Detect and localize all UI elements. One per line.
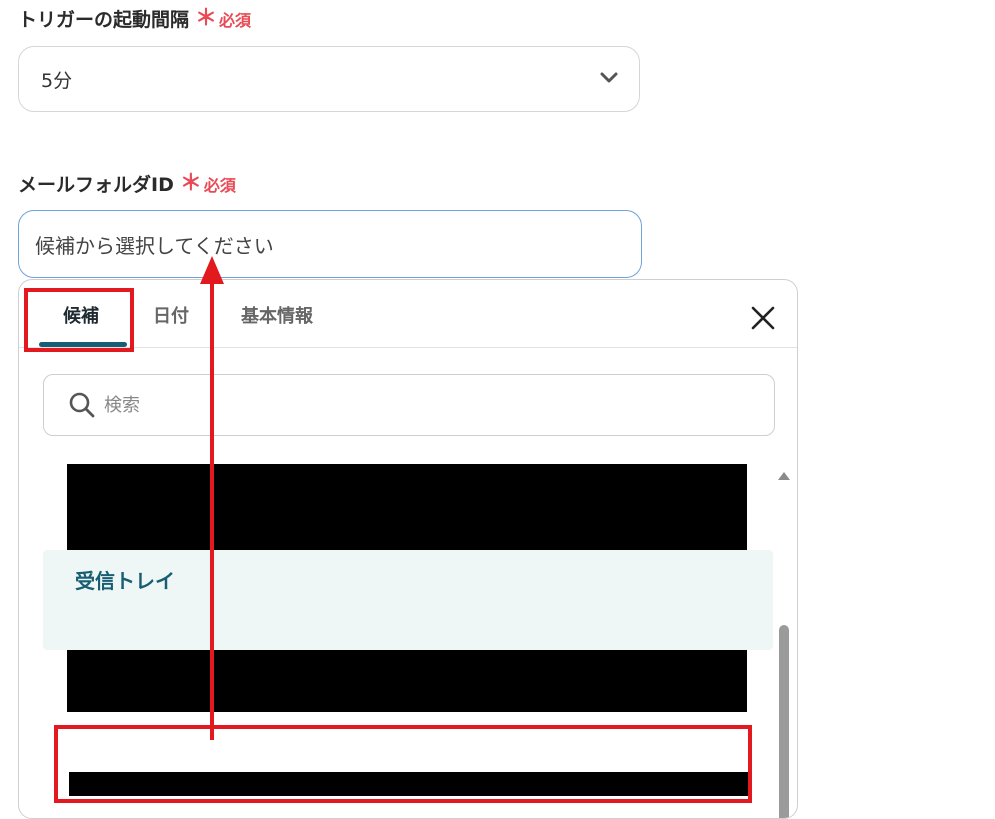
tab-candidates[interactable]: 候補 <box>63 302 99 328</box>
candidate-panel: 候補 日付 基本情報 受信トレイ <box>18 279 798 819</box>
list-item-inbox-title: 受信トレイ <box>75 569 175 593</box>
mail-folder-id-placeholder: 候補から選択してください <box>35 233 274 258</box>
mail-folder-id-label-text: メールフォルダID <box>18 174 174 196</box>
mail-folder-id-input[interactable]: 候補から選択してください <box>18 210 642 278</box>
search-box[interactable] <box>43 374 775 436</box>
trigger-interval-label-text: トリガーの起動間隔 <box>18 9 190 31</box>
list-scrollbar[interactable] <box>777 470 791 818</box>
search-icon <box>69 392 95 418</box>
required-asterisk: ＊ <box>179 170 202 196</box>
scroll-up-icon[interactable] <box>777 470 791 482</box>
required-text: 必須 <box>203 175 236 195</box>
tabs-divider <box>19 347 797 348</box>
trigger-interval-value: 5分 <box>41 69 73 92</box>
trigger-interval-label: トリガーの起動間隔 ＊ 必須 <box>18 5 251 32</box>
tab-basic-info[interactable]: 基本情報 <box>241 302 313 328</box>
mail-folder-id-label: メールフォルダID ＊ 必須 <box>18 170 236 197</box>
scroll-thumb[interactable] <box>779 625 789 818</box>
required-text: 必須 <box>219 10 252 30</box>
close-icon[interactable] <box>751 306 775 330</box>
trigger-interval-select[interactable]: 5分 <box>18 46 640 112</box>
required-asterisk: ＊ <box>195 5 218 31</box>
tab-date[interactable]: 日付 <box>153 302 189 328</box>
search-input[interactable] <box>102 393 706 417</box>
chevron-down-icon <box>600 72 618 83</box>
redacted-item-detail <box>69 772 749 796</box>
